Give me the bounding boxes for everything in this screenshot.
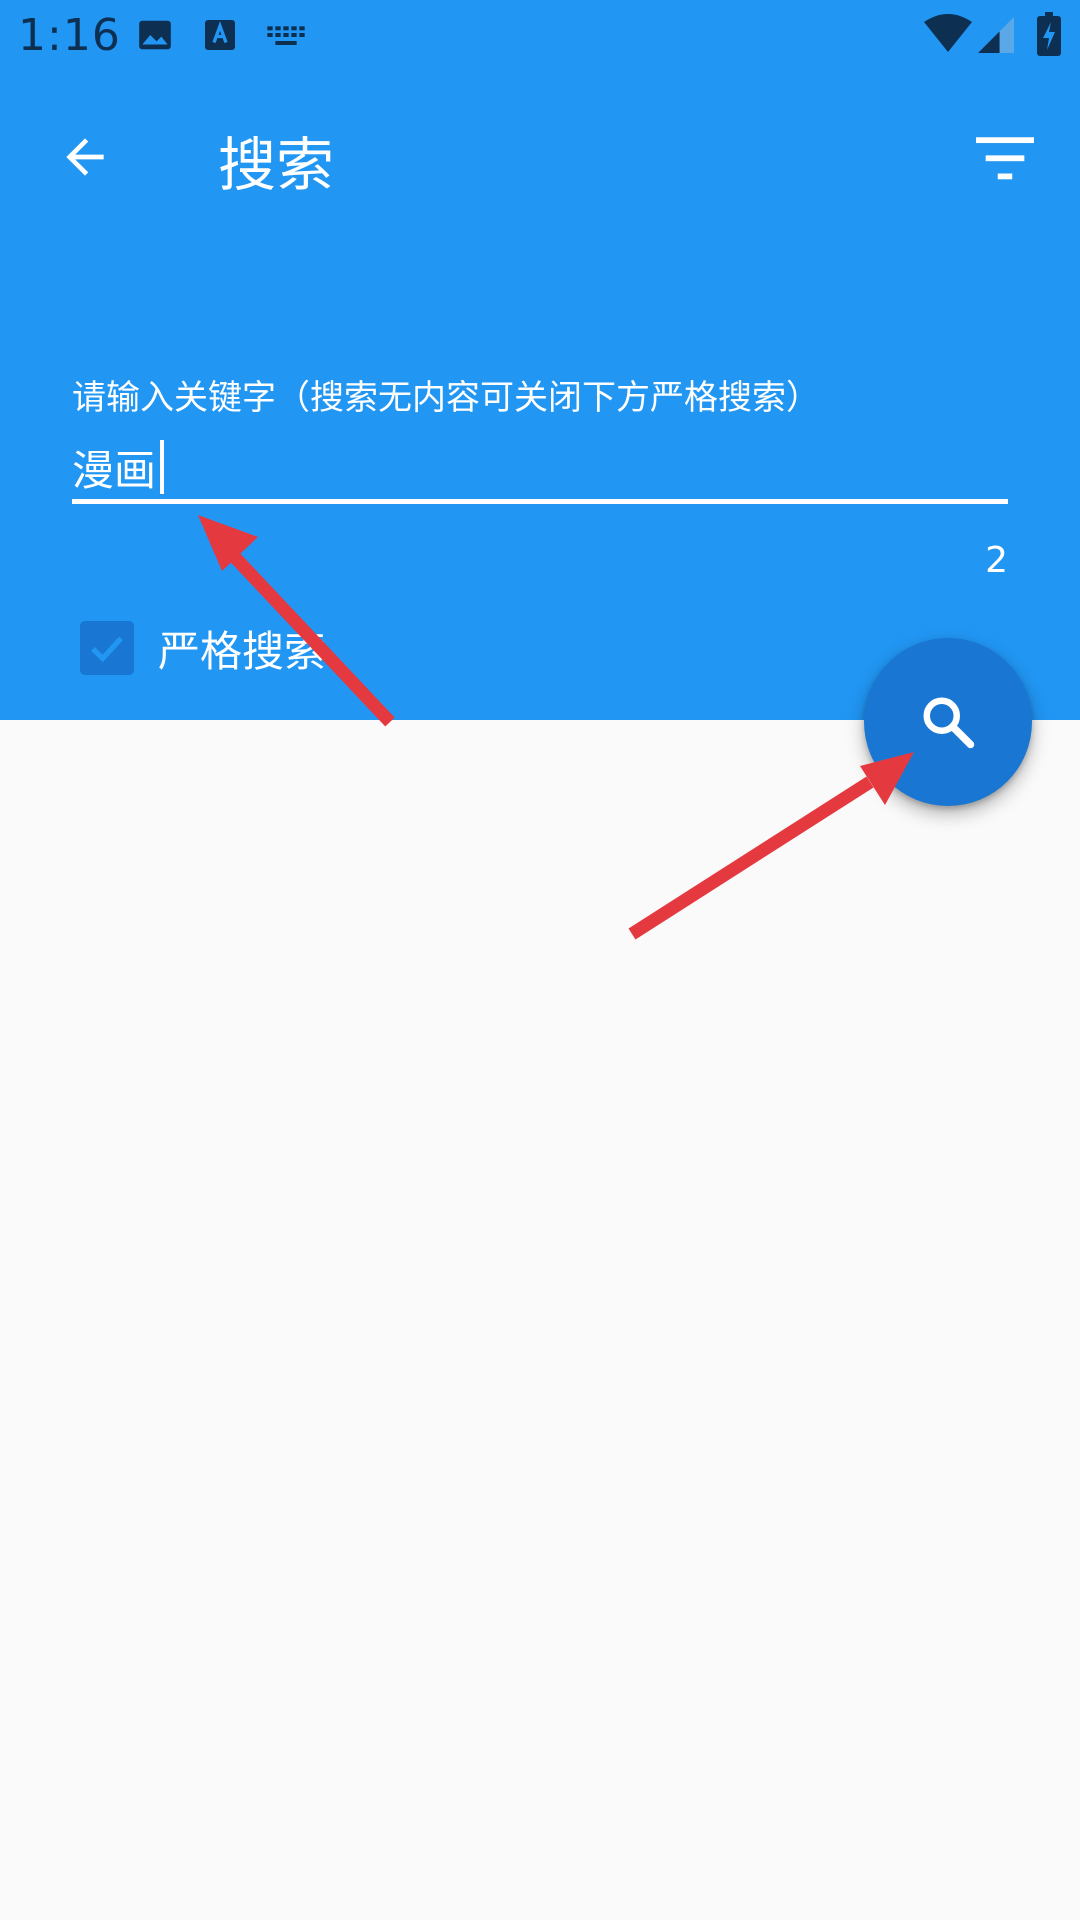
filter-icon [976, 137, 1034, 180]
keyboard-icon [266, 24, 306, 54]
strict-search-label: 严格搜索 [158, 626, 327, 676]
search-icon [923, 697, 975, 749]
page-title: 搜索 [218, 131, 335, 199]
search-input-underline [72, 499, 1008, 504]
status-bar: 1:16 [0, 0, 1080, 72]
search-input-value: 漫画 [72, 445, 157, 495]
battery-charging-icon [1036, 12, 1062, 60]
filter-button[interactable] [970, 124, 1040, 194]
cell-signal-icon [978, 16, 1014, 58]
strict-search-row[interactable]: 严格搜索 [80, 618, 326, 678]
search-fab[interactable] [864, 638, 1032, 806]
back-button[interactable] [50, 122, 120, 192]
search-screen: 1:16 搜索 请输入关键字（搜索无内容可关闭下方严格搜索） 漫画 2 严格搜索 [0, 0, 1080, 1920]
char-counter: 2 [985, 540, 1008, 581]
checkmark-icon [91, 636, 123, 663]
arrow-left-icon [66, 138, 104, 176]
image-icon [136, 16, 174, 58]
wifi-icon [924, 14, 972, 58]
search-field-label: 请输入关键字（搜索无内容可关闭下方严格搜索） [72, 378, 820, 418]
strict-search-checkbox[interactable] [80, 621, 134, 675]
arrow-to-fab [628, 752, 914, 940]
text-a-icon [202, 16, 238, 58]
search-input[interactable]: 漫画 [72, 432, 1008, 502]
header-panel [0, 0, 1080, 720]
status-time: 1:16 [18, 10, 121, 61]
text-caret [160, 440, 165, 494]
